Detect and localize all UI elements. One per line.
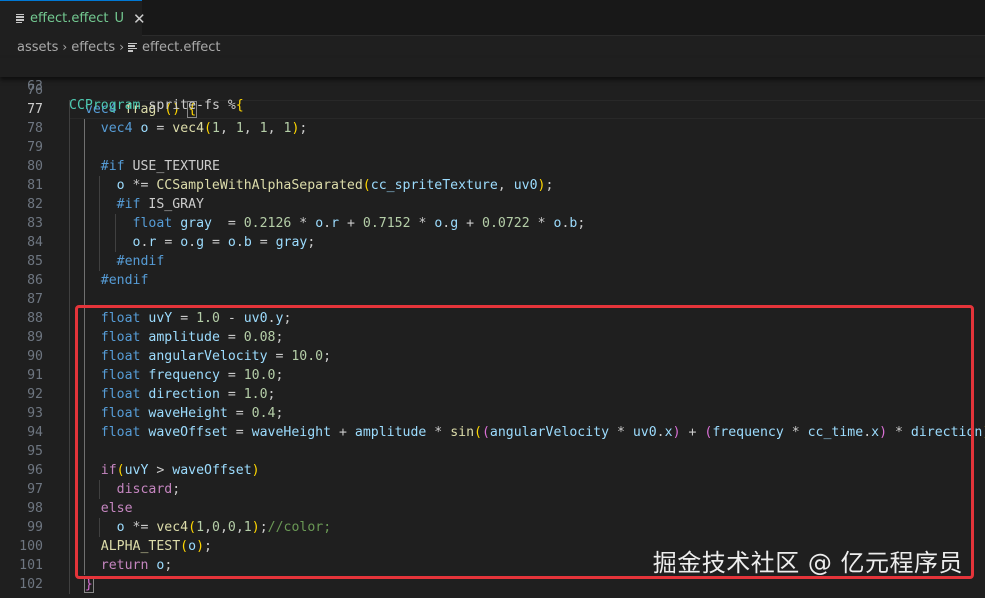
line-number: 88 bbox=[27, 311, 43, 326]
untracked-badge: U bbox=[114, 11, 125, 26]
line-number: 96 bbox=[27, 463, 43, 478]
line-number: 86 bbox=[27, 273, 43, 288]
line-number: 99 bbox=[27, 520, 43, 535]
code-text: #if IS_GRAY bbox=[116, 197, 204, 212]
sticky-scroll-header[interactable]: 63 CCProgram sprite-fs %{ bbox=[0, 58, 985, 113]
tab-filename: effect.effect bbox=[30, 11, 109, 26]
close-icon[interactable]: ✕ bbox=[133, 11, 146, 26]
tab-effect-effect[interactable]: effect.effect U ✕ bbox=[0, 0, 146, 36]
line-number: 87 bbox=[27, 292, 43, 307]
editor-tab-bar: effect.effect U ✕ bbox=[0, 0, 985, 36]
line-number: 83 bbox=[27, 216, 43, 231]
code-line[interactable]: 85 #endif bbox=[0, 252, 985, 271]
code-line[interactable]: 83 float gray = 0.2126 * o.r + 0.7152 * … bbox=[0, 214, 985, 233]
line-number: 100 bbox=[19, 539, 43, 554]
chevron-right-icon: › bbox=[119, 40, 124, 54]
breadcrumb-item-assets[interactable]: assets bbox=[17, 40, 58, 55]
line-number: 89 bbox=[27, 330, 43, 345]
code-line[interactable]: 82 #if IS_GRAY bbox=[0, 195, 985, 214]
line-number: 95 bbox=[27, 444, 43, 459]
code-line[interactable]: 78 vec4 o = vec4(1, 1, 1, 1); bbox=[0, 119, 985, 138]
line-number: 80 bbox=[27, 159, 43, 174]
file-lines-icon bbox=[16, 13, 24, 24]
indent-guide bbox=[69, 442, 70, 461]
line-number: 84 bbox=[27, 235, 43, 250]
sticky-scroll-code: CCProgram sprite-fs %{ bbox=[69, 98, 244, 113]
line-number: 81 bbox=[27, 178, 43, 193]
code-text: vec4 o = vec4(1, 1, 1, 1); bbox=[100, 121, 308, 136]
code-text: float gray = 0.2126 * o.r + 0.7152 * o.g… bbox=[132, 216, 586, 231]
line-number: 93 bbox=[27, 406, 43, 421]
code-line[interactable]: 84 o.r = o.g = o.b = gray; bbox=[0, 233, 985, 252]
line-number: 85 bbox=[27, 254, 43, 269]
line-number: 97 bbox=[27, 482, 43, 497]
code-text: #if USE_TEXTURE bbox=[100, 159, 220, 174]
breadcrumb: assets › effects › effect.effect bbox=[0, 36, 985, 58]
line-number: 90 bbox=[27, 349, 43, 364]
indent-guide bbox=[69, 138, 70, 157]
highlight-annotation bbox=[75, 305, 974, 579]
code-text: o.r = o.g = o.b = gray; bbox=[132, 235, 316, 250]
chevron-right-icon: › bbox=[62, 40, 68, 54]
code-line[interactable]: 86 #endif bbox=[0, 271, 985, 290]
line-number: 101 bbox=[19, 558, 43, 573]
watermark: 掘金技术社区 @ 亿元程序员 bbox=[652, 549, 963, 577]
code-text: #endif bbox=[100, 273, 149, 288]
line-number: 98 bbox=[27, 501, 43, 516]
code-line[interactable]: 81 o *= CCSampleWithAlphaSeparated(cc_sp… bbox=[0, 176, 985, 195]
indent-guide bbox=[69, 290, 70, 309]
breadcrumb-item-effects[interactable]: effects bbox=[71, 40, 115, 55]
line-number: 92 bbox=[27, 387, 43, 402]
indent-guide bbox=[84, 138, 86, 157]
breadcrumb-item-file[interactable]: effect.effect bbox=[142, 40, 221, 55]
code-text: #endif bbox=[116, 254, 165, 269]
line-number: 94 bbox=[27, 425, 43, 440]
file-lines-icon bbox=[128, 42, 137, 52]
line-number: 79 bbox=[27, 140, 43, 155]
code-line[interactable]: 79 bbox=[0, 138, 985, 157]
line-number: 82 bbox=[27, 197, 43, 212]
line-number: 63 bbox=[27, 79, 43, 94]
code-line[interactable]: 80 #if USE_TEXTURE bbox=[0, 157, 985, 176]
code-text: o *= CCSampleWithAlphaSeparated(cc_sprit… bbox=[116, 178, 554, 193]
line-number: 102 bbox=[19, 577, 43, 592]
line-number: 91 bbox=[27, 368, 43, 383]
